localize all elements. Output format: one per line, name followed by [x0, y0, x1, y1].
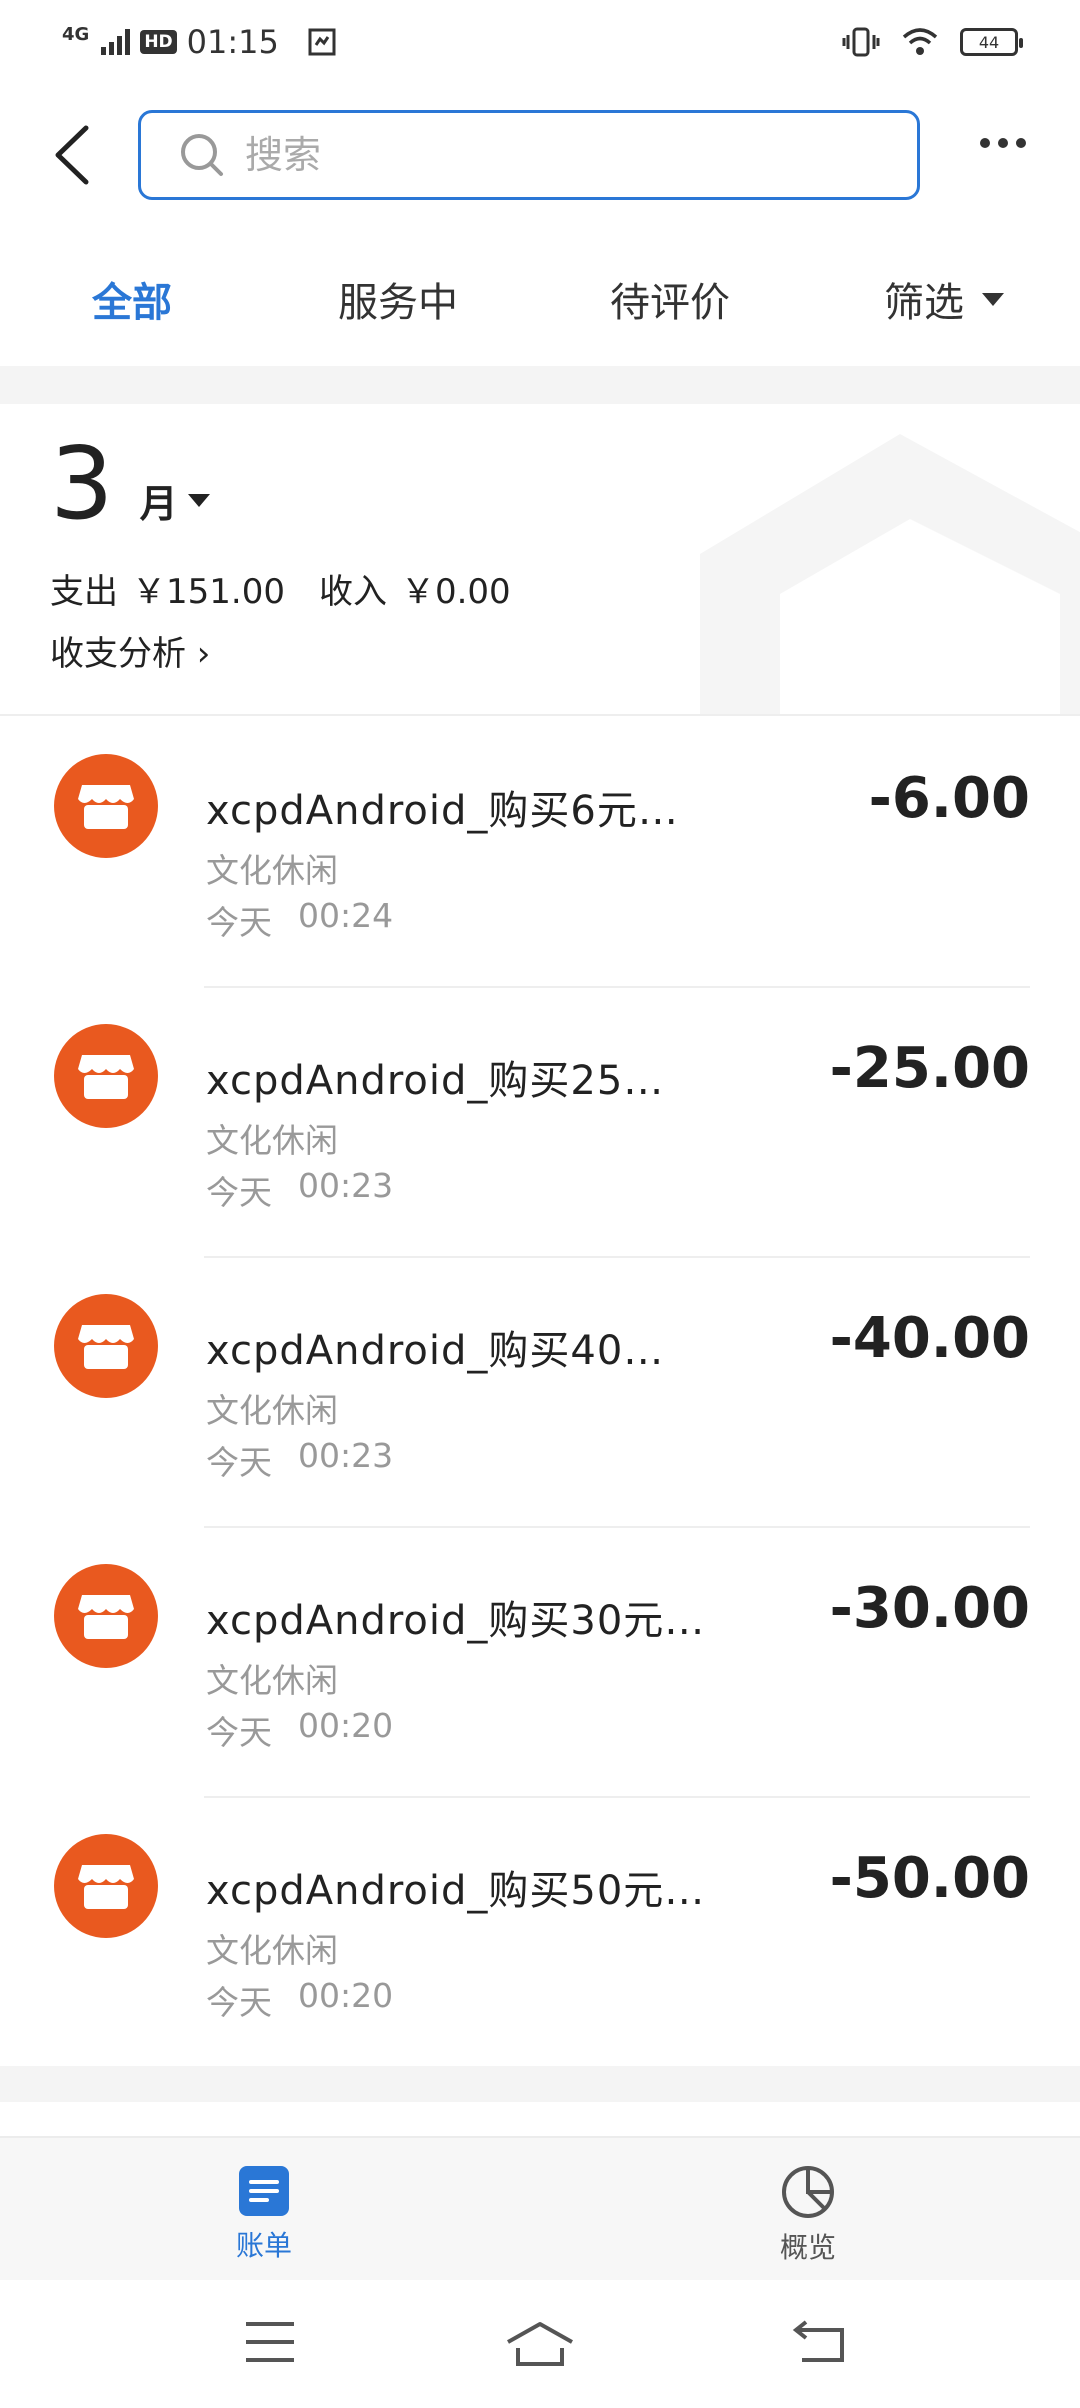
transaction-day: 今天 [206, 1983, 272, 2022]
transaction-category: 文化休闲 [206, 851, 338, 890]
month-summary: 3 月 支出 ￥151.00 收入 ￥0.00 收支分析 › [0, 404, 1080, 716]
transaction-day: 今天 [206, 1443, 272, 1482]
vibrate-icon [842, 27, 880, 57]
status-bar: 4G HD 01:15 44 [0, 0, 1080, 84]
transaction-clock: 00:20 [298, 1976, 394, 2015]
bottom-nav: 账单 概览 [0, 2136, 1080, 2280]
search-input[interactable] [243, 132, 843, 178]
transaction-category: 文化休闲 [206, 1391, 338, 1430]
caret-down-icon [187, 494, 210, 507]
home-icon[interactable] [504, 2320, 576, 2368]
status-time: 01:15 [186, 23, 279, 61]
transaction-title: xcpdAndroid_购买50元… [206, 1868, 706, 1914]
shop-icon [54, 754, 158, 858]
shop-icon [54, 1024, 158, 1128]
transaction-amount: -50.00 [829, 1846, 1030, 1911]
section-divider [0, 366, 1080, 404]
system-nav-bar [0, 2280, 1080, 2408]
nav-overview[interactable]: 概览 [780, 2164, 836, 2266]
transaction-day: 今天 [206, 903, 272, 942]
screenshot-icon [308, 28, 336, 56]
shop-icon [54, 1564, 158, 1668]
transaction-amount: -6.00 [868, 766, 1030, 831]
status-left: 4G HD 01:15 [62, 23, 337, 61]
battery-level: 44 [978, 32, 1000, 52]
transaction-day: 今天 [206, 1173, 272, 1212]
search-header [0, 100, 1080, 210]
tab-all-label: 全部 [92, 280, 172, 326]
list-item[interactable]: xcpdAndroid_购买30元… 文化休闲 今天 00:20 -30.00 [0, 1526, 1080, 1796]
transaction-time: 今天 00:24 [206, 896, 393, 944]
transaction-amount: -30.00 [829, 1576, 1030, 1641]
income-value: ￥0.00 [400, 572, 511, 612]
transaction-category: 文化休闲 [206, 1661, 338, 1700]
bill-icon [239, 2166, 289, 2216]
transaction-category: 文化休闲 [206, 1121, 338, 1160]
transaction-amount: -40.00 [829, 1306, 1030, 1371]
battery-icon: 44 [960, 28, 1023, 56]
expense-value: ￥151.00 [132, 572, 285, 612]
month-number: 3 [50, 425, 114, 542]
transaction-title: xcpdAndroid_购买30元… [206, 1598, 706, 1644]
tab-in-service-label: 服务中 [338, 280, 458, 326]
month-unit-label: 月 [139, 482, 178, 526]
transaction-clock: 00:23 [298, 1436, 394, 1475]
month-selector[interactable]: 3 月 [50, 434, 210, 534]
transaction-time: 今天 00:23 [206, 1166, 393, 1214]
tab-in-service[interactable]: 服务中 [338, 270, 458, 328]
transaction-amount: -25.00 [829, 1036, 1030, 1101]
transaction-time: 今天 00:20 [206, 1706, 393, 1754]
menu-icon[interactable] [244, 2320, 296, 2364]
tab-filter[interactable]: 筛选 [884, 270, 1004, 328]
nav-overview-label: 概览 [780, 2231, 837, 2264]
list-item[interactable]: xcpdAndroid_购买50元… 文化休闲 今天 00:20 -50.00 [0, 1796, 1080, 2066]
nav-bill-label: 账单 [236, 2229, 293, 2262]
transaction-list: xcpdAndroid_购买6元… 文化休闲 今天 00:24 -6.00 xc… [0, 716, 1080, 2066]
back-icon[interactable] [46, 122, 96, 188]
status-right: 44 [842, 27, 1023, 57]
transaction-title: xcpdAndroid_购买6元… [206, 788, 679, 834]
transaction-clock: 00:24 [298, 896, 394, 935]
expense-label: 支出 [50, 572, 118, 612]
more-options-icon[interactable] [980, 138, 1026, 148]
caret-down-icon [982, 292, 1004, 306]
back-nav-icon[interactable] [792, 2320, 848, 2364]
month-unit: 月 [140, 473, 210, 528]
decorative-hexagon-icon [700, 434, 1080, 714]
signal-icon [101, 29, 131, 55]
transaction-clock: 00:20 [298, 1706, 394, 1745]
transaction-time: 今天 00:20 [206, 1976, 393, 2024]
list-item[interactable]: xcpdAndroid_购买25… 文化休闲 今天 00:23 -25.00 [0, 986, 1080, 1256]
tab-filter-label: 筛选 [884, 280, 964, 326]
nav-bill[interactable]: 账单 [236, 2164, 292, 2264]
tab-to-review[interactable]: 待评价 [610, 270, 730, 328]
section-divider [0, 2066, 1080, 2102]
pie-chart-icon [782, 2166, 834, 2218]
network-type: 4G [62, 23, 90, 45]
filter-tabs: 全部 服务中 待评价 筛选 [0, 250, 1080, 340]
transaction-category: 文化休闲 [206, 1931, 338, 1970]
list-item[interactable]: xcpdAndroid_购买40… 文化休闲 今天 00:23 -40.00 [0, 1256, 1080, 1526]
analysis-label: 收支分析 › [50, 634, 211, 674]
hd-badge: HD [140, 30, 177, 54]
tab-to-review-label: 待评价 [610, 280, 730, 326]
income-label: 收入 [318, 572, 387, 612]
transaction-title: xcpdAndroid_购买40… [206, 1328, 665, 1374]
transaction-title: xcpdAndroid_购买25… [206, 1058, 665, 1104]
transaction-clock: 00:23 [298, 1166, 394, 1205]
shop-icon [54, 1294, 158, 1398]
search-icon [181, 134, 223, 176]
wifi-icon [902, 28, 938, 55]
transaction-day: 今天 [206, 1713, 272, 1752]
list-item[interactable]: xcpdAndroid_购买6元… 文化休闲 今天 00:24 -6.00 [0, 716, 1080, 986]
month-totals: 支出 ￥151.00 收入 ￥0.00 [50, 564, 511, 613]
analysis-link[interactable]: 收支分析 › [50, 626, 210, 675]
transaction-time: 今天 00:23 [206, 1436, 393, 1484]
search-box[interactable] [138, 110, 920, 200]
tab-all[interactable]: 全部 [92, 270, 172, 328]
shop-icon [54, 1834, 158, 1938]
